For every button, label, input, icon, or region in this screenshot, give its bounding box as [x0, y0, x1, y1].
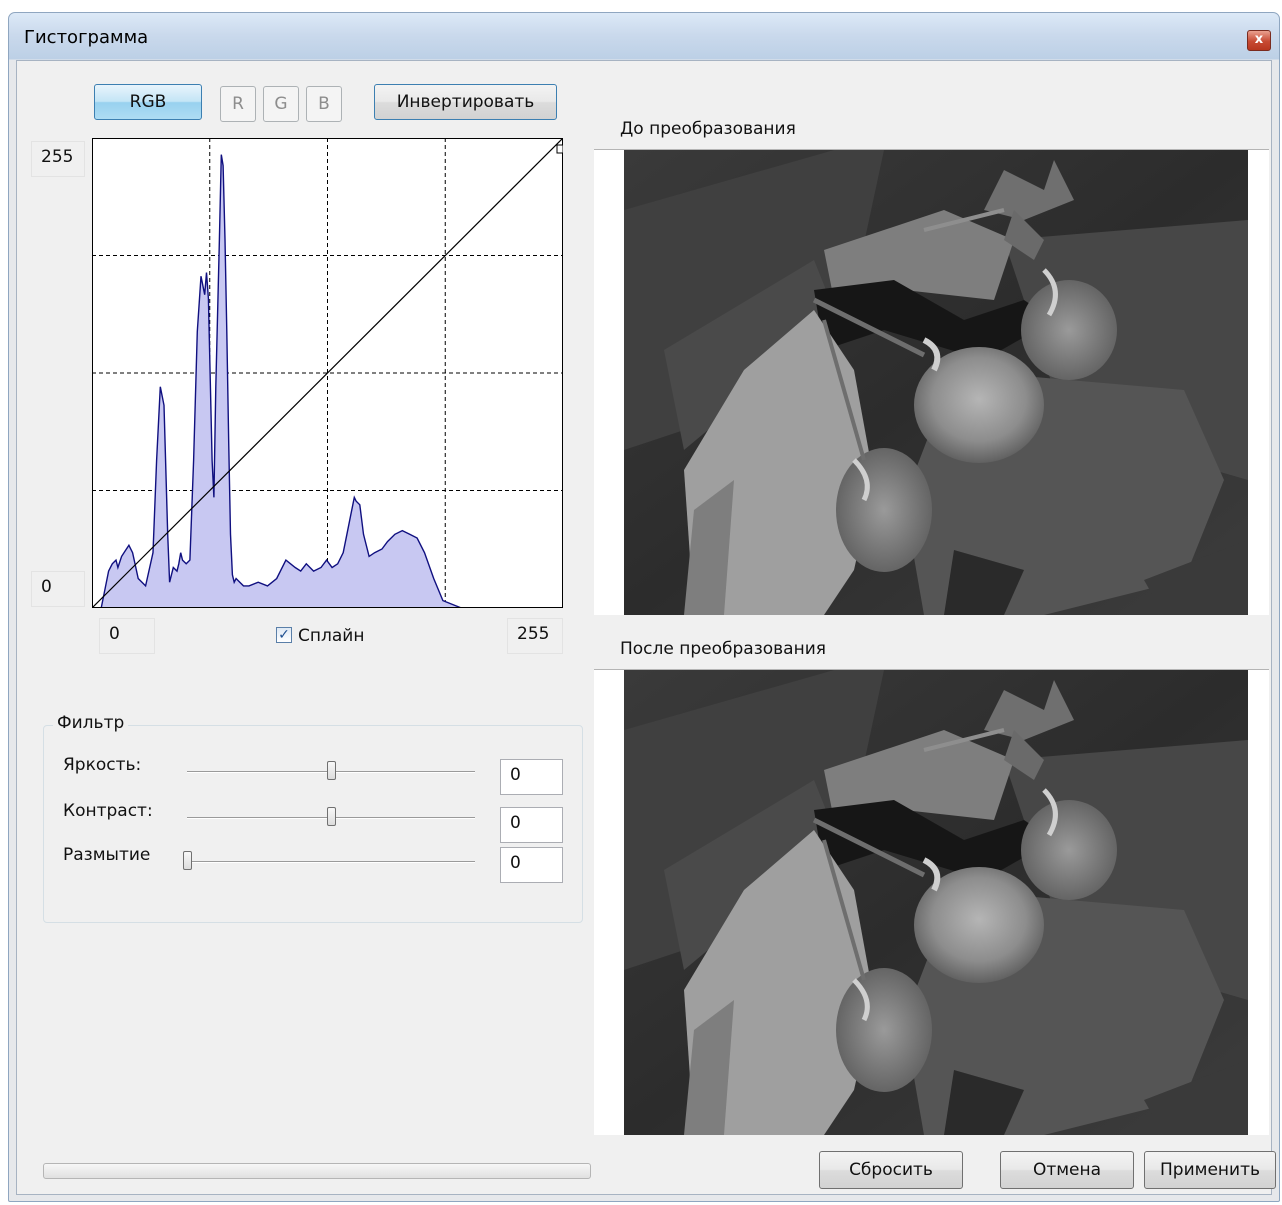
curve-y-min-field[interactable]: 0: [31, 571, 85, 607]
after-preview: [594, 669, 1269, 1135]
before-preview-label: До преобразования: [620, 119, 796, 139]
invert-button[interactable]: Инвертировать: [374, 84, 557, 120]
checkmark-icon: ✓: [278, 627, 290, 643]
blur-label: Размытие: [63, 845, 151, 865]
close-icon: x: [1254, 32, 1264, 47]
after-image: [624, 670, 1248, 1135]
blue-channel-button[interactable]: B: [306, 86, 342, 122]
apply-button[interactable]: Применить: [1144, 1151, 1276, 1189]
curve-x-max-field[interactable]: 255: [507, 618, 563, 654]
before-preview: [594, 149, 1269, 615]
contrast-value-field[interactable]: 0: [500, 807, 563, 843]
red-channel-button[interactable]: R: [220, 86, 256, 122]
close-button[interactable]: x: [1247, 30, 1271, 51]
rgb-channel-button[interactable]: RGB: [94, 84, 202, 120]
window-title: Гистограмма: [24, 27, 149, 48]
curve-control-point[interactable]: [556, 144, 563, 154]
filter-groupbox-title: Фильтр: [53, 713, 129, 733]
brightness-slider-thumb[interactable]: [327, 761, 336, 780]
reset-button[interactable]: Сбросить: [819, 1151, 963, 1189]
title-bar[interactable]: Гистограмма x: [9, 13, 1279, 59]
curve-y-max-field[interactable]: 255: [31, 141, 85, 177]
curve-x-min-field[interactable]: 0: [99, 618, 155, 654]
brightness-value-field[interactable]: 0: [500, 759, 563, 795]
blur-slider-track: [187, 861, 475, 863]
spline-checkbox[interactable]: ✓: [276, 627, 292, 643]
brightness-label: Яркость:: [63, 755, 142, 775]
green-channel-button[interactable]: G: [263, 86, 299, 122]
progress-bar: [43, 1163, 591, 1179]
cancel-button[interactable]: Отмена: [1000, 1151, 1134, 1189]
spline-label: Сплайн: [298, 626, 365, 646]
contrast-label: Контраст:: [63, 801, 153, 821]
contrast-slider-thumb[interactable]: [327, 807, 336, 826]
after-preview-label: После преобразования: [620, 639, 826, 659]
dialog-client-area: RGB R G B Инвертировать 255 0 0 ✓ Сплайн…: [16, 60, 1276, 1195]
before-image: [624, 150, 1248, 615]
curve-chart[interactable]: [92, 138, 563, 608]
blur-value-field[interactable]: 0: [500, 847, 563, 883]
blur-slider-thumb[interactable]: [183, 851, 192, 870]
histogram-dialog: Гистограмма x RGB R G B Инвертировать 25…: [8, 12, 1280, 1202]
